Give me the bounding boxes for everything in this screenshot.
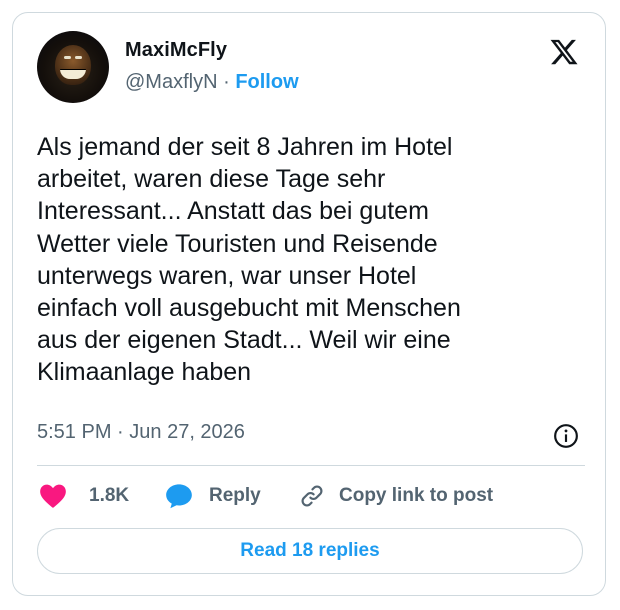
read-replies-button[interactable]: Read 18 replies (37, 528, 583, 574)
info-icon[interactable] (553, 423, 579, 449)
reply-bubble-icon (166, 484, 192, 509)
author-name[interactable]: MaxiMcFly (125, 39, 227, 62)
tweet-text-line: einfach voll ausgebucht mit Menschen (37, 294, 461, 323)
tweet-text-line: Wetter viele Touristen und Reisende (37, 229, 438, 258)
like-button[interactable]: 1.8K (39, 483, 129, 509)
tweet-text-line: unterwegs waren, war unser Hotel (37, 261, 417, 290)
tweet-text-line: Interessant... Anstatt das bei gutem (37, 197, 429, 226)
follow-button[interactable]: Follow (235, 71, 298, 93)
read-replies-label: Read 18 replies (240, 540, 380, 561)
timestamp-date: Jun 27, 2026 (129, 421, 245, 443)
author-handle[interactable]: @MaxflyN (125, 71, 218, 93)
timestamp-time: 5:51 PM (37, 421, 112, 443)
tweet-card: MaxiMcFly @MaxflyN · Follow Als jemand d… (12, 12, 606, 596)
author-sub-line: @MaxflyN · Follow (125, 71, 299, 94)
avatar-eye (75, 56, 82, 59)
avatar-eye (64, 56, 71, 59)
heart-icon (40, 484, 66, 508)
handle-separator: · (217, 71, 236, 93)
avatar-face (55, 45, 91, 85)
divider (37, 465, 585, 466)
avatar[interactable] (37, 31, 109, 103)
copy-link-button[interactable]: Copy link to post (299, 483, 493, 509)
likes-count: 1.8K (89, 485, 130, 506)
link-icon (301, 485, 323, 507)
tweet-text-line: arbeitet, waren diese Tage sehr (37, 165, 386, 194)
timestamp-separator: · (111, 421, 130, 443)
tweet-text: Als jemand der seit 8 Jahren im Hotel ar… (37, 131, 585, 389)
tweet-text-line: aus der eigenen Stadt... Weil wir eine (37, 326, 451, 355)
tweet-text-line: Als jemand der seit 8 Jahren im Hotel (37, 133, 453, 161)
x-logo-icon[interactable] (549, 37, 579, 67)
timestamp[interactable]: 5:51 PM · Jun 27, 2026 (37, 421, 245, 444)
tweet-text-line: Klimaanlage haben (37, 358, 252, 387)
copy-link-label: Copy link to post (339, 485, 494, 506)
reply-button[interactable]: Reply (165, 483, 261, 509)
reply-label: Reply (209, 485, 261, 506)
